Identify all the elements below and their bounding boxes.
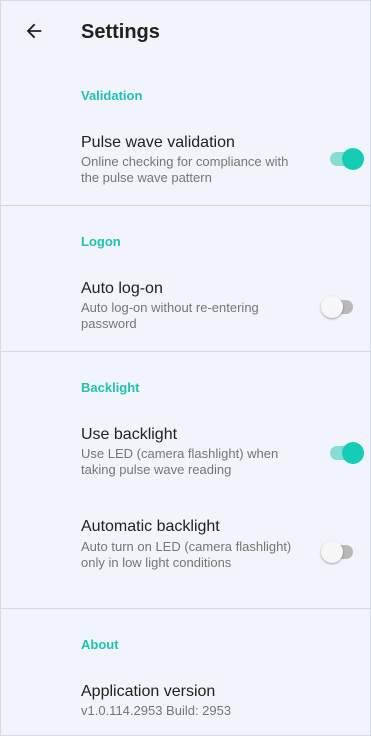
- section-divider: [1, 351, 370, 352]
- section-header-logon: Logon: [81, 234, 121, 249]
- section-divider: [1, 608, 370, 609]
- section-divider: [1, 205, 370, 206]
- arrow-left-icon[interactable]: [23, 20, 45, 42]
- auto-logon-switch[interactable]: [321, 295, 357, 319]
- pref-summary: Auto log-on without re-entering password: [81, 300, 259, 331]
- pref-summary: Use LED (camera flashlight) when taking …: [81, 446, 279, 477]
- use-backlight-switch[interactable]: [328, 441, 364, 465]
- section-header-validation: Validation: [81, 88, 143, 103]
- pref-title: Pulse wave validation: [81, 134, 235, 151]
- pulse-wave-validation-switch[interactable]: [328, 147, 364, 171]
- switch-thumb: [342, 148, 364, 170]
- pref-summary: Online checking for compliance with the …: [81, 154, 289, 185]
- pref-automatic-backlight[interactable]: Automatic backlight Auto turn on LED (ca…: [1, 501, 370, 605]
- automatic-backlight-switch[interactable]: [321, 540, 357, 564]
- switch-thumb: [321, 296, 343, 318]
- pref-pulse-wave-validation[interactable]: Pulse wave validation Online checking fo…: [1, 119, 370, 203]
- pref-summary: Auto turn on LED (camera flashlight) onl…: [81, 539, 292, 570]
- section-header-backlight: Backlight: [81, 380, 140, 395]
- pref-auto-logon[interactable]: Auto log-on Auto log-on without re-enter…: [1, 265, 370, 349]
- pref-title: Application version: [81, 683, 216, 700]
- top-app-bar: Settings: [1, 1, 370, 63]
- pref-title: Auto log-on: [81, 280, 163, 297]
- switch-thumb: [321, 541, 343, 563]
- pref-summary: v1.0.114.2953 Build: 2953: [81, 703, 232, 718]
- section-header-about: About: [81, 637, 119, 652]
- pref-title: Use backlight: [81, 426, 178, 443]
- pref-title: Automatic backlight: [81, 518, 220, 535]
- pref-use-backlight[interactable]: Use backlight Use LED (camera flashlight…: [1, 411, 370, 499]
- switch-thumb: [342, 442, 364, 464]
- page-title: Settings: [81, 21, 160, 43]
- pref-application-version[interactable]: Application version v1.0.114.2953 Build:…: [1, 669, 370, 733]
